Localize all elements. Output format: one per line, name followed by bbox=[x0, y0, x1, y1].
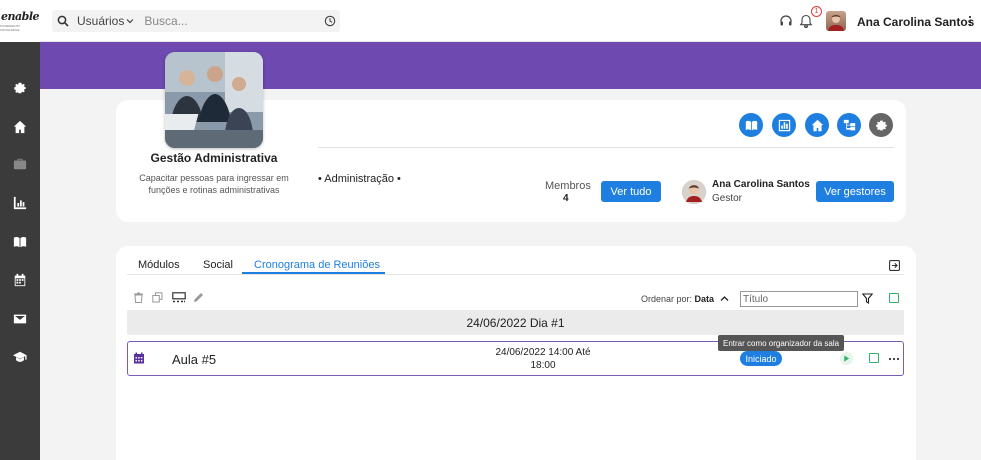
meeting-time: 24/06/2022 14:00 Até 18:00 bbox=[478, 346, 608, 372]
notification-badge: 1 bbox=[811, 6, 822, 17]
classroom-icon[interactable] bbox=[172, 292, 186, 303]
gear-icon bbox=[875, 120, 887, 130]
sort-value[interactable]: Data bbox=[695, 294, 715, 304]
meeting-time-end: 18:00 bbox=[530, 360, 556, 371]
user-name[interactable]: Ana Carolina Santos bbox=[857, 15, 974, 29]
user-avatar[interactable] bbox=[826, 11, 846, 31]
bell-icon[interactable] bbox=[799, 14, 813, 28]
chart-icon bbox=[778, 119, 790, 131]
enter-as-organizer-button[interactable] bbox=[840, 352, 853, 365]
headset-icon[interactable] bbox=[779, 14, 793, 28]
filter-icon[interactable] bbox=[862, 293, 873, 304]
manager-name: Ana Carolina Santos bbox=[712, 179, 810, 190]
search-icon[interactable] bbox=[57, 15, 69, 27]
meeting-time-start: 24/06/2022 14:00 Até bbox=[495, 347, 591, 358]
mail-icon[interactable] bbox=[12, 311, 28, 327]
calendar-icon bbox=[134, 352, 144, 364]
book-icon bbox=[745, 120, 757, 130]
left-sidebar: enable POWERED BY KNOWLEDGE bbox=[0, 0, 40, 460]
see-managers-button[interactable]: Ver gestores bbox=[816, 181, 894, 202]
home-icon bbox=[811, 119, 823, 131]
chevron-down-icon bbox=[126, 19, 134, 24]
course-title: Gestão Administrativa bbox=[150, 151, 278, 165]
top-header: Usuários 1 Ana Carolina Santos bbox=[40, 0, 981, 42]
reports-button[interactable] bbox=[772, 113, 796, 137]
edit-icon[interactable] bbox=[193, 292, 204, 303]
book-icon[interactable] bbox=[12, 234, 28, 250]
briefcase-icon[interactable] bbox=[12, 156, 28, 172]
card-divider bbox=[318, 147, 894, 148]
home-button[interactable] bbox=[805, 113, 829, 137]
history-icon[interactable] bbox=[324, 15, 336, 27]
graduation-cap-icon[interactable] bbox=[12, 349, 28, 365]
organizer-tooltip: Entrar como organizador da sala bbox=[718, 335, 845, 351]
search-input[interactable] bbox=[144, 14, 315, 28]
title-filter-input[interactable] bbox=[740, 291, 858, 307]
book-button[interactable] bbox=[739, 113, 763, 137]
meeting-checkbox[interactable] bbox=[869, 353, 879, 363]
see-all-members-button[interactable]: Ver tudo bbox=[601, 181, 661, 202]
play-icon bbox=[844, 355, 850, 362]
course-image bbox=[165, 52, 263, 148]
tab-social[interactable]: Social bbox=[203, 259, 233, 271]
hierarchy-button[interactable] bbox=[837, 113, 861, 137]
course-description: Capacitar pessoas para ingressar em funç… bbox=[139, 173, 289, 195]
manager-avatar bbox=[682, 180, 706, 204]
members-count: 4 bbox=[563, 193, 569, 204]
course-category: • Administração • bbox=[318, 173, 401, 185]
active-tab-indicator bbox=[242, 272, 385, 274]
chart-icon[interactable] bbox=[12, 195, 28, 211]
more-vertical-icon[interactable] bbox=[968, 14, 972, 28]
logo-text: enable bbox=[1, 10, 40, 23]
members-label: Membros bbox=[545, 180, 591, 192]
sort-prefix: Ordenar por: bbox=[641, 294, 693, 304]
status-badge: Iniciado bbox=[740, 351, 782, 366]
search-scope-label: Usuários bbox=[77, 14, 125, 28]
trash-icon[interactable] bbox=[133, 292, 144, 303]
more-horizontal-icon[interactable] bbox=[888, 357, 900, 361]
logo-tagline: POWERED BY KNOWLEDGE bbox=[0, 24, 21, 32]
export-icon[interactable] bbox=[889, 260, 900, 271]
home-icon[interactable] bbox=[12, 119, 28, 135]
sort-label: Ordenar por: Data bbox=[641, 294, 714, 304]
gear-icon[interactable] bbox=[12, 80, 28, 96]
tab-modules[interactable]: Módulos bbox=[138, 259, 180, 271]
meeting-title[interactable]: Aula #5 bbox=[172, 352, 216, 367]
chevron-up-icon[interactable] bbox=[720, 294, 729, 303]
calendar-icon[interactable] bbox=[12, 272, 28, 288]
logo[interactable]: enable POWERED BY KNOWLEDGE bbox=[0, 0, 40, 42]
search-scope-dropdown[interactable]: Usuários bbox=[77, 14, 134, 28]
select-all-checkbox[interactable] bbox=[889, 293, 899, 303]
copy-icon[interactable] bbox=[152, 292, 163, 303]
search-bar: Usuários bbox=[52, 10, 340, 32]
settings-button[interactable] bbox=[869, 113, 893, 137]
tab-meeting-schedule[interactable]: Cronograma de Reuniões bbox=[254, 259, 380, 271]
hierarchy-icon bbox=[843, 119, 855, 130]
tabs-divider bbox=[127, 274, 904, 275]
date-group-header: 24/06/2022 Dia #1 bbox=[127, 310, 904, 335]
manager-role: Gestor bbox=[712, 193, 743, 204]
